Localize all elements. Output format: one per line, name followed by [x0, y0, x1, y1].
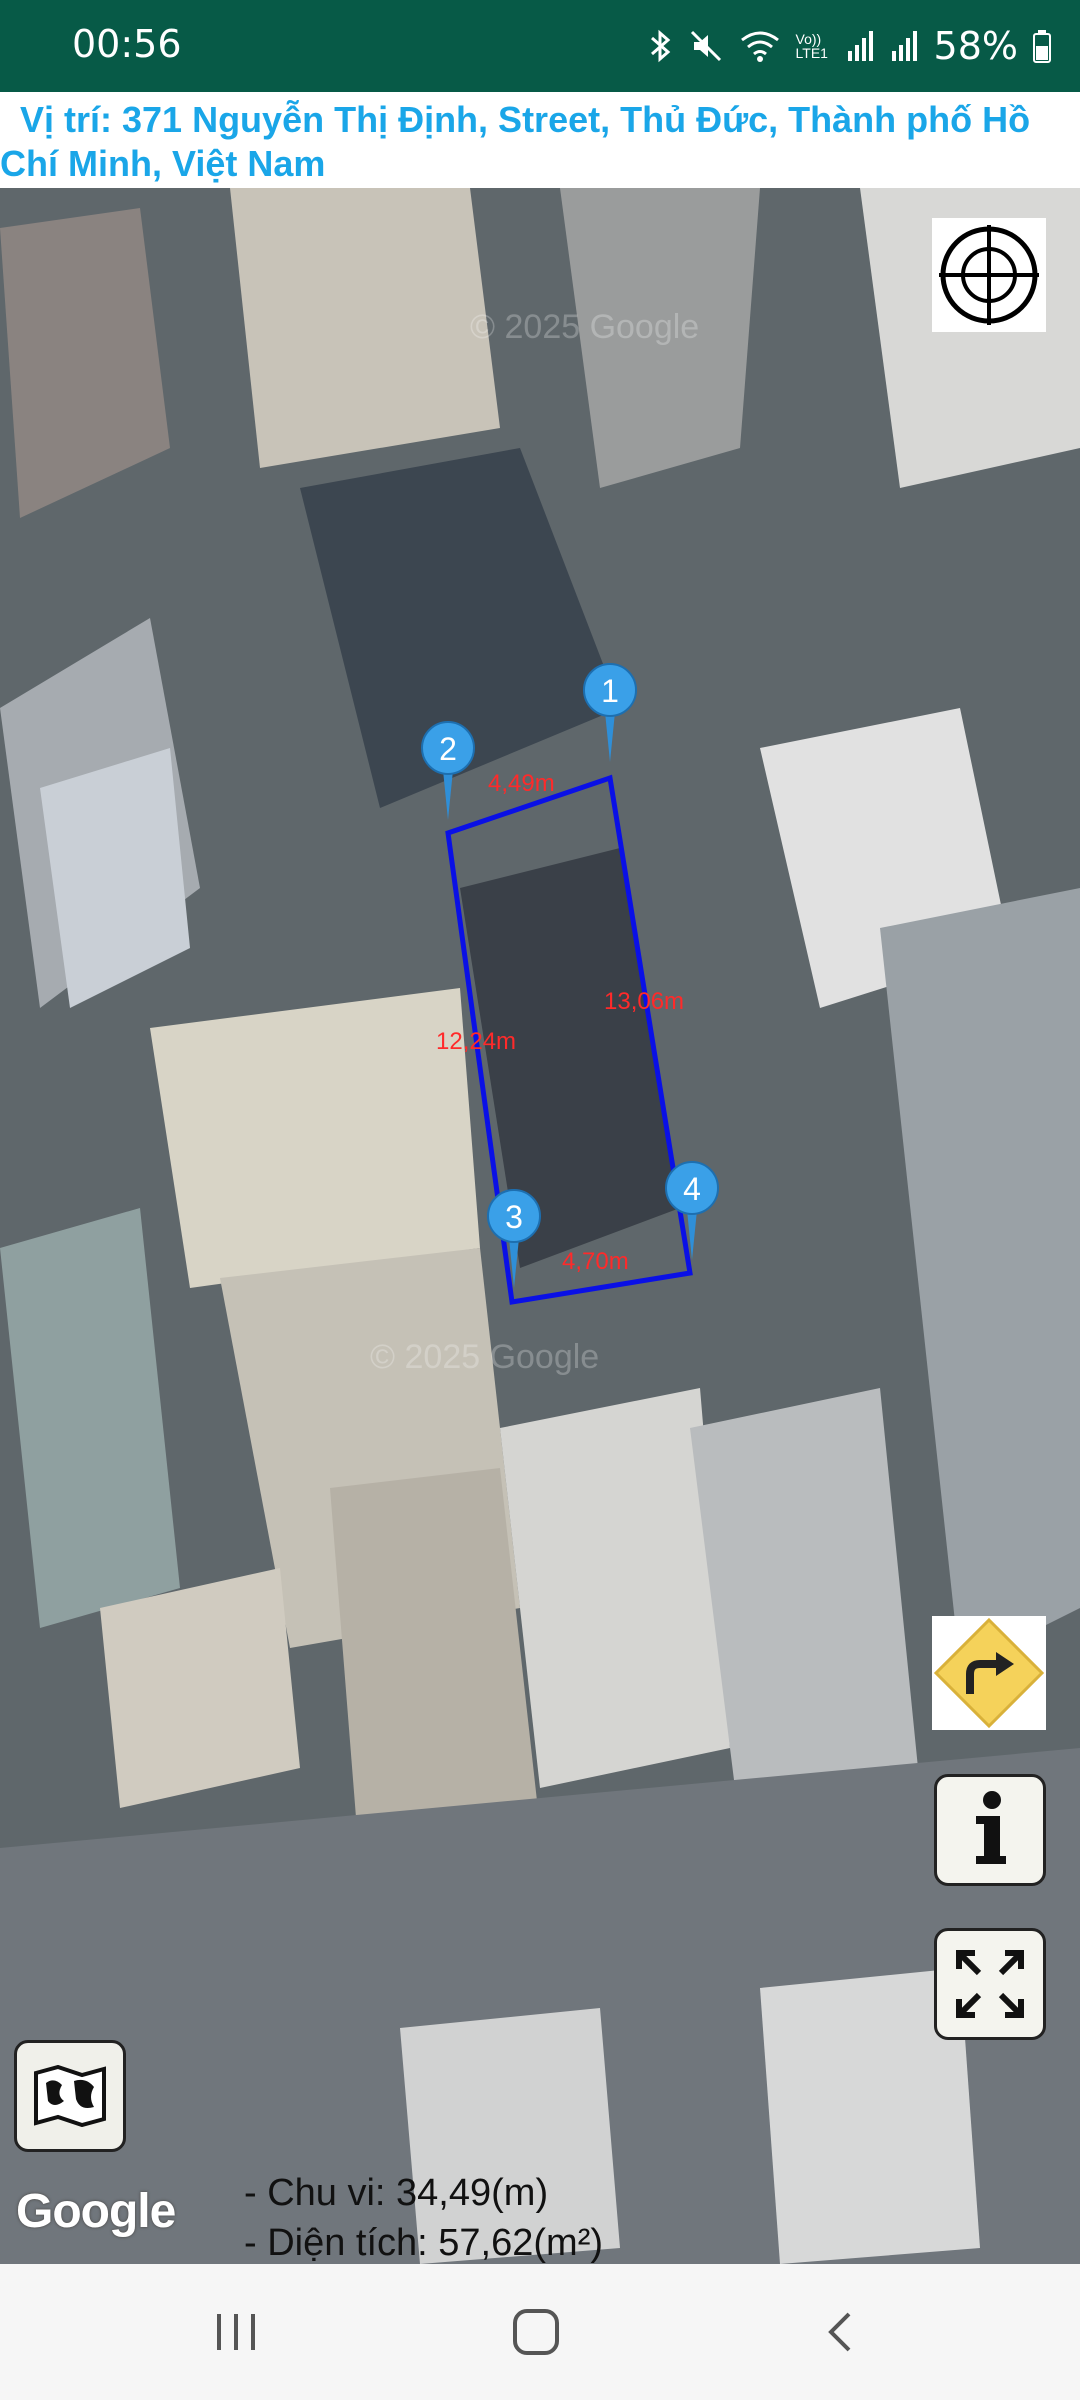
google-logo: Google — [16, 2185, 176, 2238]
home-icon — [513, 2309, 559, 2355]
my-location-button[interactable] — [932, 218, 1046, 332]
home-button[interactable] — [496, 2294, 576, 2370]
status-bar: 00:56 Vo)) LTE1 58% — [0, 0, 1080, 92]
signal-icon — [891, 31, 917, 61]
segment-length-label: 4,70m — [562, 1248, 629, 1275]
directions-button[interactable] — [932, 1616, 1046, 1730]
fullscreen-icon — [956, 1950, 1024, 2018]
perimeter-text: - Chu vi: 34,49(m) — [244, 2172, 549, 2214]
map-watermark: © 2025 Google — [470, 308, 699, 346]
area-text: - Diện tích: 57,62(m²) — [244, 2222, 603, 2264]
wifi-icon — [740, 31, 779, 62]
vertex-pin-4[interactable]: 4 — [664, 1160, 720, 1270]
battery-percentage: 58% — [933, 24, 1018, 68]
clock: 00:56 — [72, 22, 182, 66]
recents-button[interactable] — [196, 2294, 276, 2370]
battery-icon — [1033, 30, 1051, 63]
back-button[interactable] — [800, 2294, 880, 2370]
back-icon — [828, 2312, 851, 2352]
segment-length-label: 13,06m — [604, 988, 685, 1015]
pin-number: 3 — [505, 1199, 523, 1235]
mute-icon — [690, 30, 721, 62]
vertex-pin-2[interactable]: 2 — [420, 720, 476, 830]
system-navigation-bar — [0, 2264, 1080, 2400]
location-header: Vị trí: 371 Nguyễn Thị Định, Street, Thủ… — [0, 92, 1080, 188]
vertex-pin-3[interactable]: 3 — [486, 1188, 542, 1298]
target-icon — [939, 225, 1039, 325]
satellite-map[interactable]: © 2025 Google © 2025 Google 4,49m 13,06m… — [0, 188, 1080, 2264]
map-watermark: © 2025 Google — [370, 1338, 599, 1376]
info-icon — [976, 1791, 1006, 1864]
status-icons: Vo)) LTE1 58% — [648, 18, 1052, 74]
segment-length-label: 4,49m — [488, 770, 555, 797]
location-address: Vị trí: 371 Nguyễn Thị Định, Street, Thủ… — [0, 99, 1031, 184]
pin-number: 1 — [601, 673, 619, 709]
pin-number: 4 — [683, 1171, 701, 1207]
vertex-pin-1[interactable]: 1 — [582, 662, 638, 772]
bluetooth-icon — [650, 29, 670, 63]
fullscreen-button[interactable] — [934, 1928, 1046, 2040]
pin-number: 2 — [439, 731, 457, 767]
volte-icon: Vo)) LTE1 — [795, 31, 828, 61]
map-type-button[interactable] — [14, 2040, 126, 2152]
segment-length-label: 12,24m — [436, 1028, 517, 1055]
map-icon — [34, 2065, 106, 2127]
info-button[interactable] — [934, 1774, 1046, 1886]
recents-icon — [217, 2314, 255, 2350]
turn-right-icon — [933, 1617, 1045, 1729]
signal-icon — [847, 31, 873, 61]
